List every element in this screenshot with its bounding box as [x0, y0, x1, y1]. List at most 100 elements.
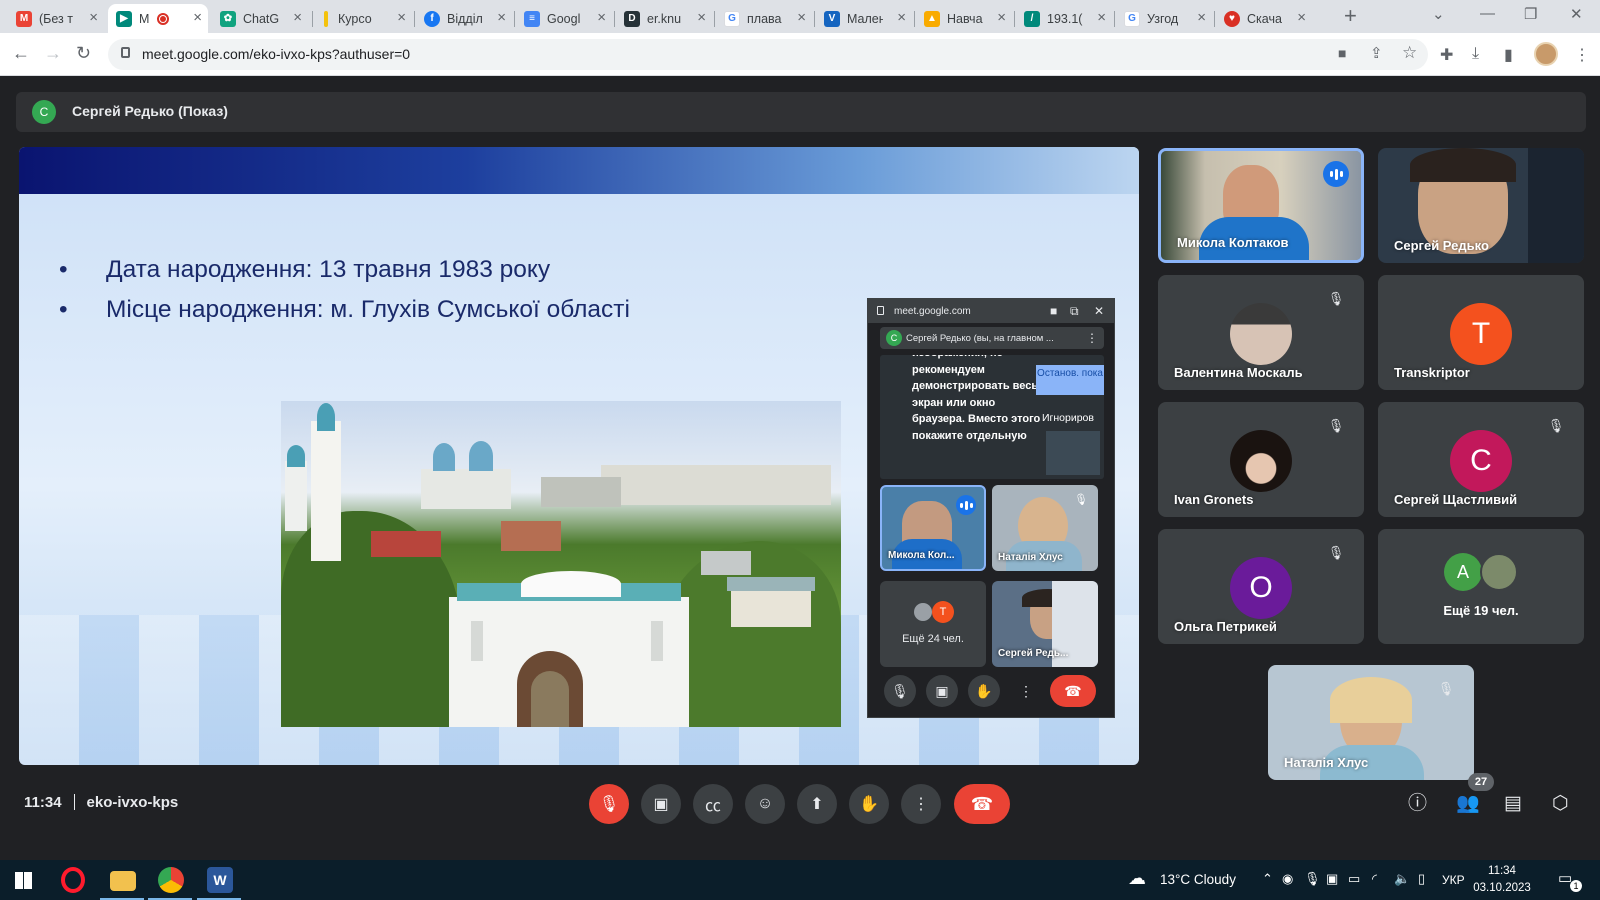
browser-tab[interactable]: ♥ Скача ×	[1216, 4, 1312, 33]
avatar	[1480, 553, 1518, 591]
facebook-icon: f	[424, 10, 440, 27]
ignore-button[interactable]: Игнориров	[1042, 412, 1094, 424]
close-tab-icon[interactable]: ×	[89, 10, 98, 26]
pip-participant-tile[interactable]: 🎙 Наталія Хлус	[992, 485, 1098, 571]
pip-presenter-bar: С Сергей Редько (вы, на главном ... ⋮	[880, 327, 1104, 349]
new-tab-button[interactable]: +	[1344, 5, 1357, 27]
opera-icon[interactable]	[61, 867, 85, 893]
share-icon[interactable]: ⇪	[1370, 44, 1383, 62]
browser-tab[interactable]: ✿ ChatG ×	[212, 4, 308, 33]
participant-tile[interactable]: 🎙 Наталія Хлус	[1268, 665, 1474, 780]
people-icon[interactable]: 👥	[1456, 792, 1480, 816]
pip-raise-hand-button[interactable]: ✋	[968, 675, 1000, 707]
present-screen-button[interactable]: ⬆	[797, 784, 837, 824]
browser-tab[interactable]: f Відділ ×	[416, 4, 512, 33]
file-explorer-icon[interactable]	[110, 871, 136, 891]
speaking-icon	[1323, 161, 1349, 187]
participant-tile[interactable]: Сергей Редько	[1378, 148, 1584, 263]
chrome-icon[interactable]	[158, 867, 184, 893]
close-tab-icon[interactable]: ×	[597, 10, 606, 26]
address-bar[interactable]: meet.google.com/eko-ivxo-kps?authuser=0 …	[108, 39, 1428, 70]
weather-icon[interactable]: ☁	[1128, 868, 1146, 889]
activities-icon[interactable]: ⬡	[1552, 792, 1569, 816]
windows-start-icon[interactable]	[15, 872, 32, 889]
pip-participant-tile[interactable]: Микола Кол...	[880, 485, 986, 571]
tab-search-icon[interactable]: ⌄	[1432, 5, 1445, 23]
wifi-icon[interactable]: ◜	[1372, 871, 1377, 887]
word-icon[interactable]: W	[207, 867, 233, 893]
meet-icon: ▶	[116, 10, 132, 27]
system-clock[interactable]: 11:34 03.10.2023	[1472, 863, 1532, 897]
meet-app: С Сергей Редько (Показ) Дата народження:…	[0, 76, 1600, 860]
browser-tab[interactable]: Курсо ×	[316, 4, 412, 33]
chat-icon[interactable]: ▤	[1504, 792, 1522, 816]
close-tab-icon[interactable]: ×	[397, 10, 406, 26]
restore-icon[interactable]: ❐	[1524, 5, 1537, 23]
weather-text[interactable]: 13°C Cloudy	[1160, 872, 1236, 887]
mic-off-button[interactable]: 🎙	[589, 784, 629, 824]
browser-menu-icon[interactable]: ⋮	[1574, 45, 1590, 65]
pip-camera-button[interactable]: ▣	[926, 675, 958, 707]
minimize-icon[interactable]: —	[1480, 5, 1495, 22]
browser-tab[interactable]: ≡ Googl ×	[516, 4, 612, 33]
close-tab-icon[interactable]: ×	[293, 10, 302, 26]
close-tab-icon[interactable]: ×	[1297, 10, 1306, 26]
close-tab-icon[interactable]: ×	[797, 10, 806, 26]
close-window-icon[interactable]: ✕	[1570, 5, 1583, 23]
reload-icon[interactable]: ↻	[76, 43, 91, 64]
bookmark-star-icon[interactable]: ☆	[1402, 43, 1417, 63]
browser-tab[interactable]: / 193.1( ×	[1016, 4, 1112, 33]
close-tab-icon[interactable]: ×	[1197, 10, 1206, 26]
side-panel-icon[interactable]: ▮	[1504, 45, 1513, 65]
pip-more-participants[interactable]: Т Ещё 24 чел.	[880, 581, 986, 667]
participant-tile[interactable]: T Transkriptor	[1378, 275, 1584, 390]
mic-off-icon: 🎙	[1327, 418, 1345, 433]
browser-tab[interactable]: V Мален ×	[816, 4, 912, 33]
back-icon[interactable]: ←	[12, 43, 30, 64]
browser-tab[interactable]: G плава ×	[716, 4, 812, 33]
pip-mic-button[interactable]: 🎙	[884, 675, 916, 707]
profile-avatar[interactable]	[1534, 42, 1558, 66]
more-options-button[interactable]: ⋮	[901, 784, 941, 824]
participant-tile[interactable]: 🎙 Ivan Gronets	[1158, 402, 1364, 517]
close-tab-icon[interactable]: ×	[697, 10, 706, 26]
expand-icon[interactable]: ⧉	[1070, 304, 1079, 318]
participant-tile[interactable]: 🎙 Валентина Москаль	[1158, 275, 1364, 390]
pip-end-call-button[interactable]: ☎	[1050, 675, 1096, 707]
participant-tile[interactable]: С 🎙 Сергей Щастливий	[1378, 402, 1584, 517]
show-hidden-icons[interactable]: ⌃	[1262, 871, 1273, 887]
participant-tile[interactable]: Микола Колтаков	[1158, 148, 1364, 263]
forward-icon[interactable]: →	[44, 43, 62, 64]
close-icon[interactable]: ✕	[1094, 304, 1104, 318]
close-tab-icon[interactable]: ×	[897, 10, 906, 26]
close-tab-icon[interactable]: ×	[193, 10, 202, 26]
pip-participant-tile[interactable]: Сергей Редь...	[992, 581, 1098, 667]
camera-icon[interactable]: ■	[1338, 45, 1346, 61]
extensions-icon[interactable]: ✚	[1440, 45, 1453, 65]
volume-icon[interactable]: 🔈	[1394, 871, 1410, 887]
emoji-reaction-button[interactable]: ☺	[745, 784, 785, 824]
avatar: T	[1450, 303, 1512, 365]
close-tab-icon[interactable]: ×	[997, 10, 1006, 26]
raise-hand-button[interactable]: ✋	[849, 784, 889, 824]
download-icon[interactable]: ⤓	[1472, 45, 1479, 63]
close-tab-icon[interactable]: ×	[1097, 10, 1106, 26]
meeting-details-icon[interactable]: ⓘ	[1408, 792, 1427, 816]
browser-tab[interactable]: D er.knu ×	[616, 4, 712, 33]
keyboard-language[interactable]: УКР	[1442, 873, 1465, 887]
close-tab-icon[interactable]: ×	[497, 10, 506, 26]
browser-tab[interactable]: G Узгод ×	[1116, 4, 1212, 33]
end-call-button[interactable]: ☎	[954, 784, 1010, 824]
captions-button[interactable]: ㏄	[693, 784, 733, 824]
browser-tab[interactable]: ▲ Навча ×	[916, 4, 1012, 33]
browser-tab[interactable]: M (Без т ×	[8, 4, 104, 33]
participant-tile[interactable]: О 🎙 Ольга Петрикей	[1158, 529, 1364, 644]
more-options-icon[interactable]: ⋮	[1086, 331, 1098, 345]
stop-presenting-button[interactable]: Останов. пока	[1036, 365, 1104, 395]
pip-more-options-button[interactable]: ⋮	[1010, 675, 1042, 707]
avatar: С	[1450, 430, 1512, 492]
more-participants-tile[interactable]: А Ещё 19 чел.	[1378, 529, 1584, 644]
browser-tab-active[interactable]: ▶ M ×	[108, 4, 208, 33]
camera-button[interactable]: ▣	[641, 784, 681, 824]
camera-icon[interactable]: ■	[1050, 304, 1057, 318]
